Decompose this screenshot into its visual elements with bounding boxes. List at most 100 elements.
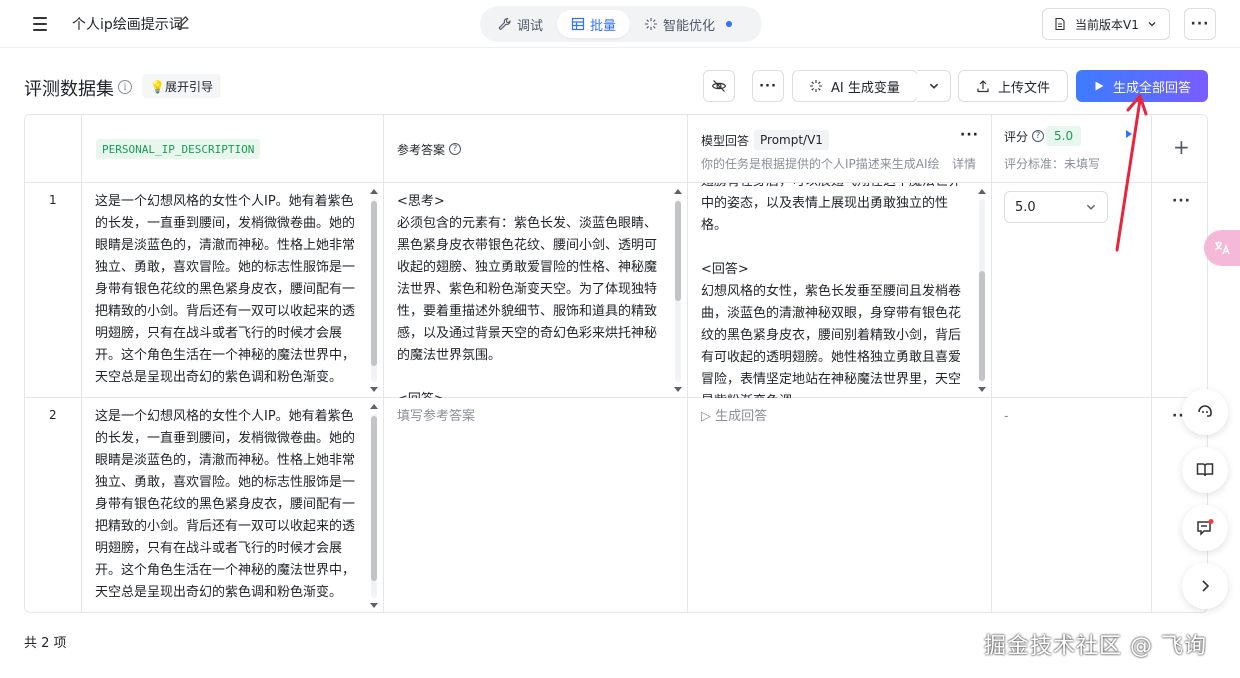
reference-text[interactable]: <思考> 必须包含的元素有：紫色长发、淡蓝色眼睛、黑色紧身皮衣带银色花纹、腰间小…	[397, 191, 659, 398]
expand-button[interactable]	[1182, 563, 1228, 609]
reference-cell[interactable]: <思考> 必须包含的元素有：紫色长发、淡蓝色眼睛、黑色紧身皮衣带银色花纹、腰间小…	[384, 183, 688, 398]
total-count: 共 2 项	[24, 636, 67, 651]
model-answer-text[interactable]: 翅膀背在身后，可以展翅飞翔在这个魔法世界中的姿态，以及表情上展现出勇敢独立的性格…	[701, 183, 963, 398]
tab-debug-label: 调试	[517, 18, 544, 34]
chevron-down-icon	[1148, 22, 1156, 27]
upload-label: 上传文件	[997, 80, 1050, 96]
table-row: 2 这是一个幻想风格的女性个人IP。她有着紫色的长发，一直垂到腰间，发梢微微卷曲…	[25, 398, 1207, 612]
chat-bot-icon	[1198, 405, 1212, 417]
notification-dot	[726, 21, 733, 27]
score-criteria: 评分标准：未填写	[1004, 157, 1101, 171]
model-answer-cell: ▷ 生成回答	[688, 398, 992, 612]
cell-scrollbar[interactable]	[673, 187, 683, 394]
model-answer-header-label: 模型回答	[701, 134, 750, 148]
detail-link[interactable]: 详情	[952, 155, 976, 172]
input-cell[interactable]: 这是一个幻想风格的女性个人IP。她有着紫色的长发，一直垂到腰间，发梢微微卷曲。她…	[82, 398, 384, 612]
reference-header-label: 参考答案	[397, 143, 446, 157]
expand-guide-button[interactable]: 💡展开引导	[142, 74, 221, 98]
row-index: 1	[49, 193, 57, 207]
chevron-down-icon	[929, 83, 938, 89]
watermark: 掘金技术社区 @ 飞询	[984, 634, 1207, 659]
edit-icon[interactable]	[175, 14, 191, 30]
more-options-button[interactable]: ···	[1184, 8, 1216, 40]
score-cell: 5.0	[992, 183, 1152, 398]
prompt-version-tag: Prompt/V1	[754, 130, 829, 150]
model-description: 你的任务是根据提供的个人IP描述来生成AI绘…	[701, 157, 941, 171]
sparkle-icon	[645, 18, 658, 30]
chevron-down-icon	[1086, 204, 1096, 210]
header-add-column: +	[1152, 115, 1207, 183]
tab-batch[interactable]: 批量	[557, 10, 631, 38]
top-bar: 个人ip绘画提示词 调试 批量 智能优化 当前版本V1 ···	[0, 0, 1240, 48]
evaluation-table: PERSONAL_IP_DESCRIPTION 参考答案 ? 模型回答 Prom…	[24, 114, 1208, 613]
score-select[interactable]: 5.0	[1004, 191, 1108, 223]
generate-answer-link[interactable]: ▷ 生成回答	[701, 406, 963, 428]
header-index	[25, 115, 82, 183]
version-select[interactable]: 当前版本V1	[1042, 8, 1170, 40]
score-empty: -	[1004, 409, 1009, 424]
play-icon	[1095, 81, 1104, 91]
variable-tag: PERSONAL_IP_DESCRIPTION	[96, 139, 261, 159]
docs-button[interactable]	[1182, 447, 1228, 493]
tab-debug[interactable]: 调试	[484, 10, 557, 38]
sparkle-icon	[810, 80, 822, 92]
ai-generate-dropdown[interactable]	[917, 70, 951, 102]
tab-batch-label: 批量	[590, 18, 617, 34]
info-icon[interactable]: i	[118, 80, 132, 94]
message-icon	[1197, 519, 1214, 536]
ai-generate-variables-button[interactable]: AI 生成变量	[792, 70, 919, 102]
version-label: 当前版本V1	[1075, 17, 1139, 32]
table-row: 1 这是一个幻想风格的女性个人IP。她有着紫色的长发，一直垂到腰间，发梢微微卷曲…	[25, 183, 1207, 398]
document-icon	[1055, 17, 1065, 31]
table-header: PERSONAL_IP_DESCRIPTION 参考答案 ? 模型回答 Prom…	[25, 115, 1207, 183]
header-variable: PERSONAL_IP_DESCRIPTION	[82, 115, 384, 183]
header-model-answer: 模型回答 Prompt/V1 ··· 你的任务是根据提供的个人IP描述来生成AI…	[688, 115, 992, 183]
cell-scrollbar[interactable]	[977, 187, 987, 394]
page-title: 评测数据集	[24, 79, 114, 100]
upload-icon	[977, 80, 989, 93]
translate-icon	[1215, 241, 1230, 255]
book-icon	[1196, 463, 1214, 477]
row-actions-cell: ···	[1152, 183, 1207, 398]
assistant-button[interactable]	[1182, 389, 1228, 435]
cell-scrollbar[interactable]	[369, 187, 379, 394]
upload-file-button[interactable]: 上传文件	[958, 70, 1068, 102]
ai-generate-label: AI 生成变量	[831, 80, 900, 96]
input-cell[interactable]: 这是一个幻想风格的女性个人IP。她有着紫色的长发，一直垂到腰间，发梢微微卷曲。她…	[82, 183, 384, 398]
row-index: 2	[49, 408, 57, 422]
generate-all-label: 生成全部回答	[1112, 80, 1191, 96]
eye-off-icon	[711, 80, 727, 92]
cell-scrollbar[interactable]	[369, 402, 379, 610]
menu-icon[interactable]	[28, 12, 52, 36]
help-icon[interactable]: ?	[1032, 130, 1044, 142]
row-more-icon[interactable]: ···	[1172, 193, 1191, 209]
generate-all-answers-button[interactable]: 生成全部回答	[1076, 70, 1208, 102]
header-reference: 参考答案 ?	[384, 115, 688, 183]
header-score: 评分 ? 5.0 评分标准：未填写	[992, 115, 1152, 183]
score-summary-tag: 5.0	[1046, 126, 1082, 146]
score-select-value: 5.0	[1015, 199, 1036, 215]
more-actions-button[interactable]: ···	[752, 70, 784, 102]
app-title: 个人ip绘画提示词	[72, 17, 183, 33]
play-small-icon[interactable]	[1125, 129, 1133, 139]
mode-switch: 调试 批量 智能优化	[480, 6, 762, 42]
help-icon[interactable]: ?	[449, 143, 461, 155]
input-text[interactable]: 这是一个幻想风格的女性个人IP。她有着紫色的长发，一直垂到腰间，发梢微微卷曲。她…	[95, 191, 357, 389]
tab-smart-optimize[interactable]: 智能优化	[630, 10, 746, 38]
add-column-icon[interactable]: +	[1173, 135, 1190, 159]
column-more-icon[interactable]: ···	[960, 127, 979, 143]
model-answer-cell[interactable]: 翅膀背在身后，可以展翅飞翔在这个魔法世界中的姿态，以及表情上展现出勇敢独立的性格…	[688, 183, 992, 398]
score-header-label: 评分	[1004, 130, 1029, 144]
feedback-button[interactable]	[1182, 505, 1228, 551]
translate-tab[interactable]	[1204, 230, 1240, 266]
reference-cell[interactable]: 填写参考答案	[384, 398, 688, 612]
reference-placeholder[interactable]: 填写参考答案	[397, 406, 659, 428]
table-icon	[571, 17, 585, 31]
tab-smart-optimize-label: 智能优化	[663, 18, 716, 34]
row-index-cell: 1	[25, 183, 82, 398]
hide-toggle-button[interactable]	[703, 70, 735, 102]
input-text[interactable]: 这是一个幻想风格的女性个人IP。她有着紫色的长发，一直垂到腰间，发梢微微卷曲。她…	[95, 406, 357, 604]
chevron-right-icon	[1202, 580, 1210, 592]
score-cell: -	[992, 398, 1152, 612]
row-index-cell: 2	[25, 398, 82, 612]
